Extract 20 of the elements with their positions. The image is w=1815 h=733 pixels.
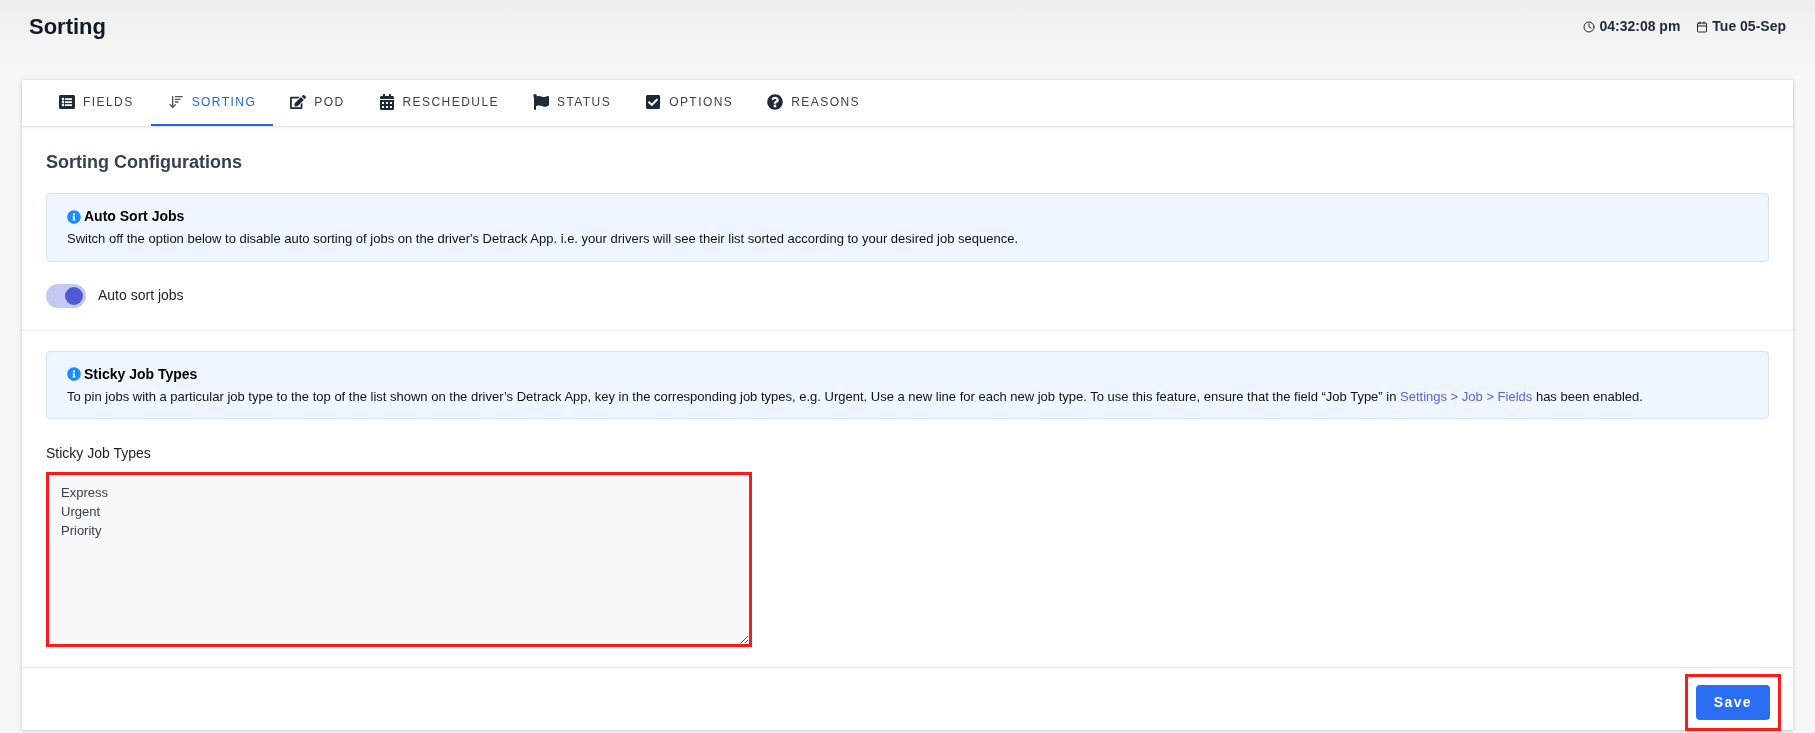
tab[interactable]: RESCHEDULE (361, 80, 516, 126)
section-heading: Sorting Configurations (46, 151, 243, 174)
toggle-label: Auto sort jobs (98, 286, 184, 305)
save-button[interactable]: Save (1695, 685, 1770, 720)
info-text: Switch off the option below to disable auto sorting of jobs on the driver's Detrack App. i.e. your drivers will see their list sorted according to your desired job sequence. (67, 230, 1020, 248)
page-title: Sorting (29, 13, 106, 41)
tab[interactable]: FIELDS (42, 80, 151, 126)
info-title: Auto Sort Jobs (84, 207, 185, 226)
current-date: Tue 05-Sep (1712, 17, 1786, 36)
tab[interactable]: OPTIONS (628, 80, 751, 126)
current-time: 04:32:08 pm (1599, 17, 1681, 36)
tab[interactable]: POD (273, 80, 362, 126)
info-text: To pin jobs with a particular job type to the top of the list shown on the driver’s Detrack App, key in the corresponding job types, e.g. Urgent. Use a new line for each new job type. To use this feature, ensure that the field “Job Type” in Settings > Job > Fields has been enabled. (67, 387, 1644, 406)
job-types-textarea[interactable]: Express Urgent Priority (49, 475, 749, 644)
settings-link[interactable]: Settings > Job > Fields (1400, 388, 1533, 404)
info-title: Sticky Job Types (84, 364, 198, 384)
tab[interactable]: SORTING (150, 80, 274, 126)
tab[interactable]: STATUS (515, 80, 629, 126)
tab[interactable]: REASONS (750, 80, 877, 126)
field-label: Sticky Job Types (46, 444, 152, 463)
